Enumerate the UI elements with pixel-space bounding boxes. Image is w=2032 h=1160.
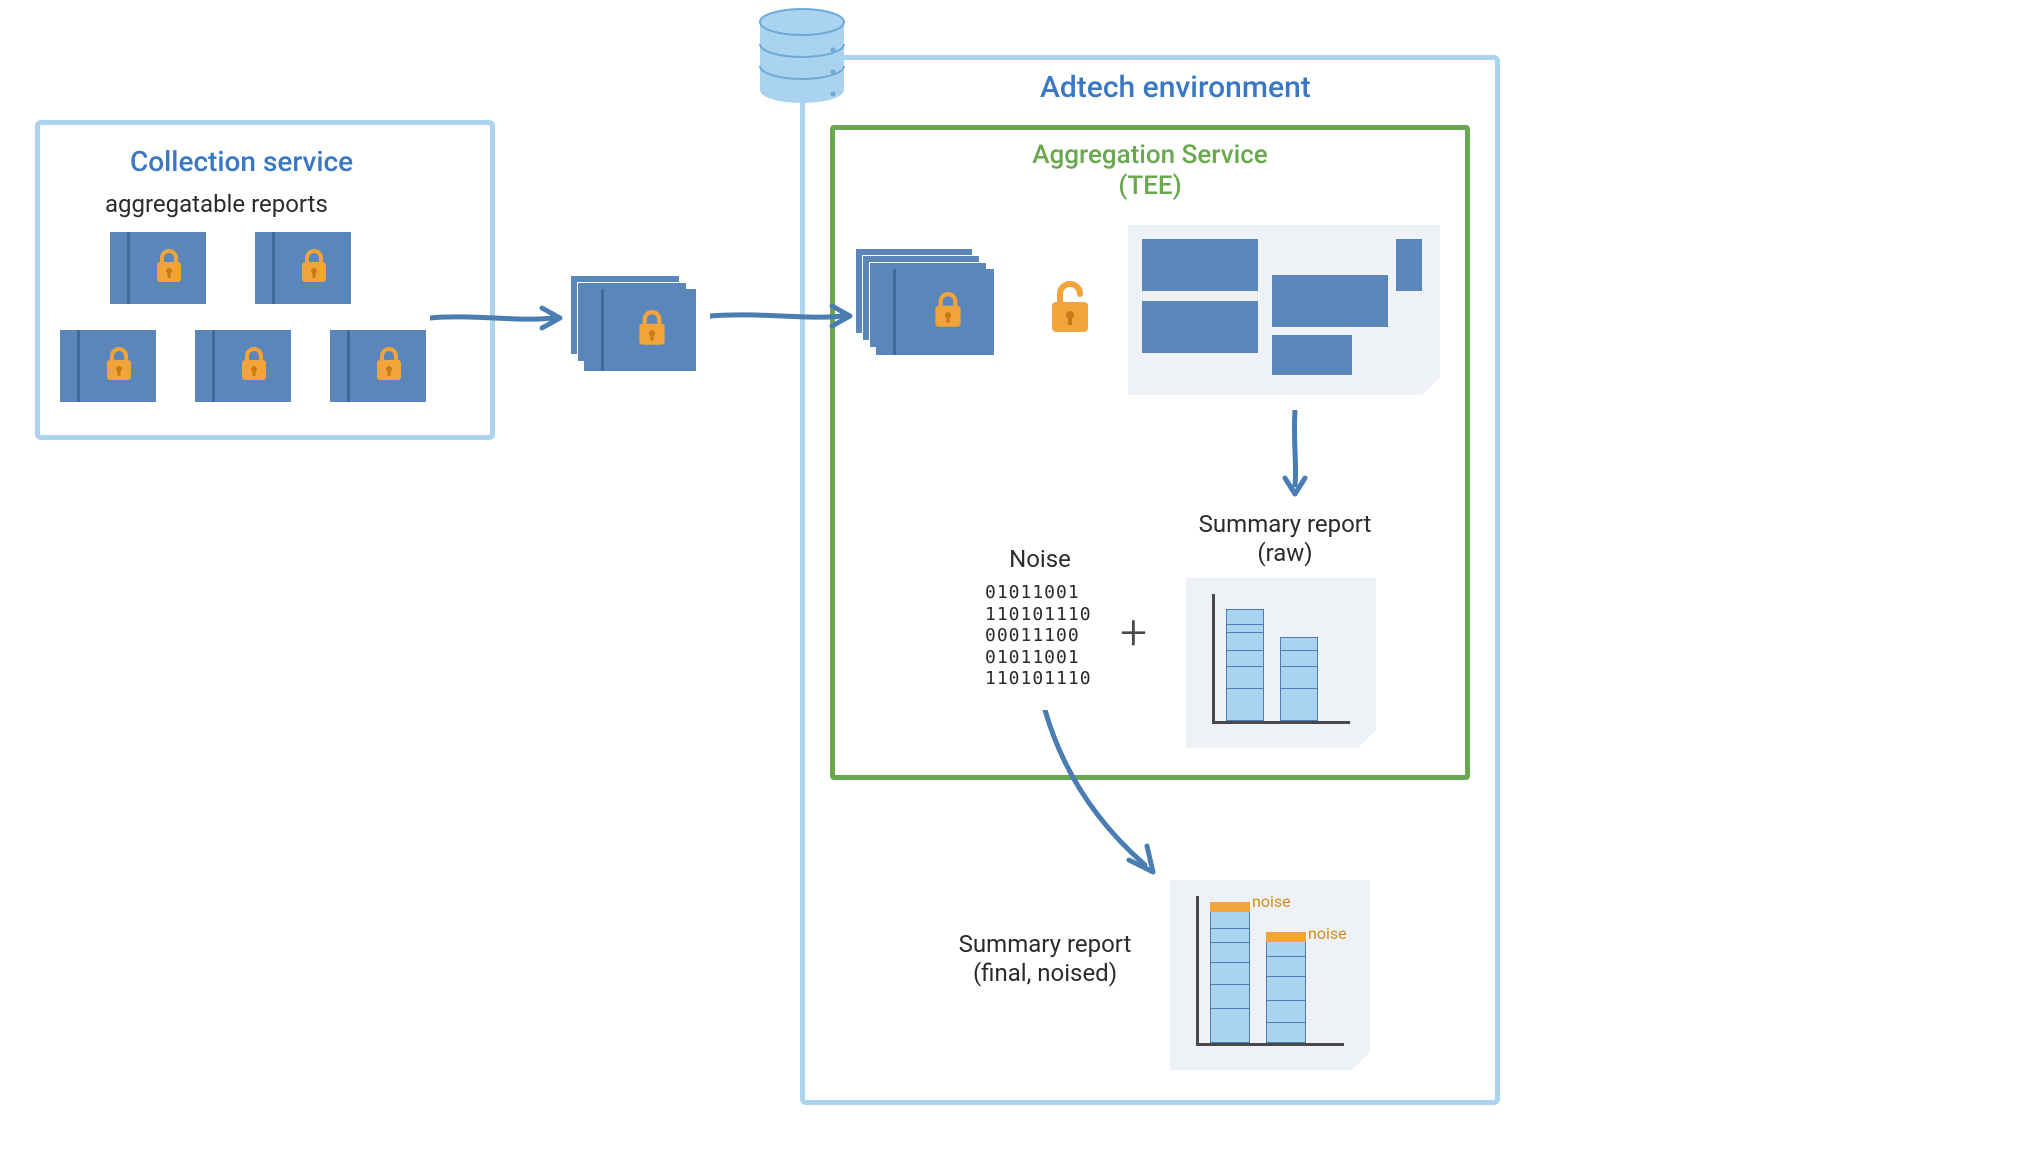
summary-raw-line2: (raw): [1257, 539, 1312, 567]
noise-bit-row: 00011100: [985, 625, 1092, 647]
report-batch-locked: [570, 275, 690, 365]
database-icon: [757, 8, 847, 108]
summary-report-final-sheet: noise noise: [1170, 880, 1370, 1070]
report-batch-tee: [855, 248, 993, 348]
lock-open-icon: [1046, 278, 1094, 342]
noise-label: Noise: [980, 545, 1100, 574]
noise-bit-row: 01011001: [985, 647, 1092, 669]
summary-final-line2: (final, noised): [973, 959, 1117, 987]
noise-bit-row: 01011001: [985, 582, 1092, 604]
noise-bit-row: 110101110: [985, 668, 1092, 690]
noise-tag: noise: [1308, 924, 1347, 943]
summary-final-line1: Summary report: [959, 930, 1132, 958]
arrow-down-right-icon: [1005, 710, 1175, 894]
decrypted-data-sheet: [1128, 225, 1440, 395]
adtech-environment-title: Adtech environment: [1040, 70, 1311, 105]
noise-tag: noise: [1252, 892, 1291, 911]
arrow-right-icon: [430, 298, 570, 342]
summary-raw-line1: Summary report: [1199, 510, 1372, 538]
summary-report-final-label: Summary report (final, noised): [930, 930, 1160, 988]
encrypted-report-folder: [255, 232, 351, 304]
encrypted-report-folder: [110, 232, 206, 304]
lock-closed-icon: [239, 346, 271, 388]
arrow-right-icon: [710, 296, 860, 340]
lock-closed-icon: [104, 346, 136, 388]
noise-bits: 01011001 110101110 00011100 01011001 110…: [985, 582, 1092, 690]
encrypted-report-folder: [60, 330, 156, 402]
aggregation-service-title-line2: (TEE): [1118, 171, 1181, 201]
arrow-down-icon: [1275, 410, 1315, 504]
plus-symbol: +: [1120, 604, 1147, 661]
encrypted-report-folder: [330, 330, 426, 402]
lock-closed-icon: [636, 309, 668, 351]
encrypted-report-folder: [195, 330, 291, 402]
noise-bit-row: 110101110: [985, 604, 1092, 626]
lock-closed-icon: [299, 248, 331, 290]
aggregation-service-title: Aggregation Service (TEE): [985, 140, 1315, 202]
summary-report-raw-label: Summary report (raw): [1170, 510, 1400, 568]
lock-closed-icon: [932, 291, 964, 333]
aggregatable-reports-label: aggregatable reports: [105, 190, 328, 219]
collection-service-title: Collection service: [130, 145, 353, 178]
lock-closed-icon: [154, 248, 186, 290]
lock-closed-icon: [374, 346, 406, 388]
summary-report-raw-sheet: [1186, 578, 1376, 748]
aggregation-service-title-line1: Aggregation Service: [1032, 140, 1267, 170]
